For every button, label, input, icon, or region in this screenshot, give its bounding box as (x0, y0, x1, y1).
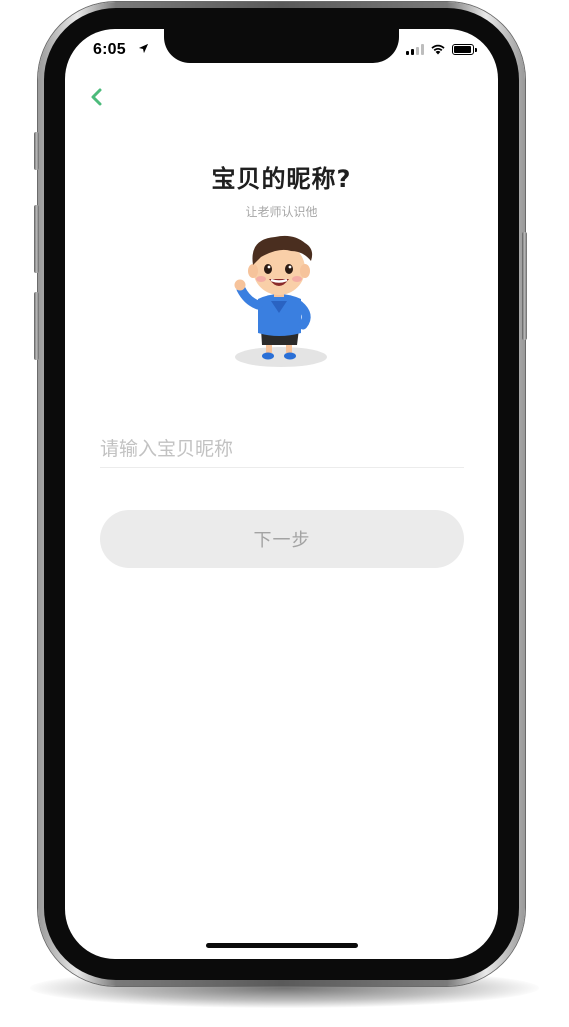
next-step-button[interactable]: 下一步 (100, 510, 464, 568)
device-mockup: 6:05 宝贝的昵称? 让老师认识他 请输入宝贝昵称 下一步 (0, 0, 569, 1027)
battery-level (454, 45, 471, 53)
battery-icon (452, 43, 477, 55)
volume-up-button (34, 205, 39, 273)
page-subtitle: 让老师认识他 (245, 205, 318, 219)
power-button (522, 232, 527, 340)
back-button[interactable] (85, 85, 109, 109)
status-indicators (406, 43, 477, 55)
mute-switch (34, 132, 39, 170)
app-screen: 6:05 宝贝的昵称? 让老师认识他 请输入宝贝昵称 下一步 (65, 29, 498, 959)
location-arrow-icon (138, 43, 149, 54)
home-indicator[interactable] (206, 943, 358, 948)
page-title: 宝贝的昵称? (211, 165, 352, 193)
status-time: 6:05 (93, 41, 126, 58)
chevron-left-icon (91, 88, 102, 106)
boy-mascot-illustration (234, 235, 327, 367)
volume-down-button (34, 292, 39, 360)
nickname-input[interactable] (100, 431, 464, 468)
wifi-icon (431, 44, 445, 55)
cellular-signal-icon (406, 43, 424, 55)
notch (164, 29, 399, 63)
